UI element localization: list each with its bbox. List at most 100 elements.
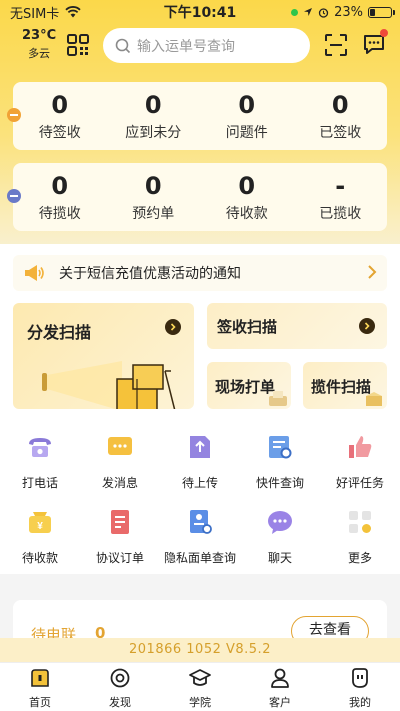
grid-label: 好评任务 bbox=[335, 476, 384, 490]
stat-value: 0 bbox=[51, 171, 69, 200]
grid-review-task[interactable]: 好评任务 bbox=[320, 432, 400, 491]
dispatch-scan-title: 分发扫描 bbox=[27, 323, 92, 342]
stat-label: 应到未分 bbox=[125, 124, 182, 141]
stat-value: - bbox=[335, 171, 346, 200]
upload-icon bbox=[190, 436, 210, 458]
grid-chat[interactable]: 聊天 bbox=[240, 507, 320, 566]
arrow-right-icon bbox=[359, 318, 375, 334]
tab-label: 我的 bbox=[349, 696, 371, 709]
notice-bar[interactable]: 关于短信充值优惠活动的通知 bbox=[13, 255, 387, 291]
sign-scan-title: 签收扫描 bbox=[217, 318, 278, 336]
stat-label: 问题件 bbox=[225, 124, 268, 141]
printer-illustration-icon bbox=[269, 391, 287, 406]
stats-card-pickup: 0 待揽收 0 预约单 0 待收款 - 已揽收 bbox=[7, 163, 388, 231]
more-icon bbox=[349, 511, 371, 533]
customer-icon bbox=[271, 668, 289, 688]
tab-label: 学院 bbox=[189, 696, 211, 709]
tab-discover[interactable]: 发现 bbox=[80, 663, 160, 711]
stat-arrived-unsorted[interactable]: 0 应到未分 bbox=[107, 91, 201, 142]
dispatch-scan-tile[interactable]: 分发扫描 bbox=[13, 303, 194, 409]
version-info: 201866 1052 V8.5.2 bbox=[0, 638, 400, 662]
messages-button[interactable] bbox=[362, 29, 388, 56]
stat-to-collect[interactable]: 0 待收款 bbox=[200, 172, 294, 223]
temperature: 23°C bbox=[22, 28, 57, 43]
app-header: 23°C 多云 输入运单号查询 bbox=[0, 26, 400, 66]
status-bar: 无SIM卡 下午10:41 23% bbox=[0, 0, 400, 24]
notice-text: 关于短信充值优惠活动的通知 bbox=[59, 266, 241, 282]
profile-icon bbox=[352, 668, 368, 688]
bottom-tab-bar: 首页 发现 学院 客户 我的 bbox=[0, 662, 400, 711]
search-icon bbox=[115, 38, 131, 53]
stat-value: 0 bbox=[238, 171, 256, 200]
qr-code-icon[interactable] bbox=[66, 33, 90, 57]
stat-reservation[interactable]: 0 预约单 bbox=[107, 172, 201, 223]
grid-label: 协议订单 bbox=[95, 551, 144, 565]
grid-contract-orders[interactable]: 协议订单 bbox=[80, 507, 160, 566]
grid-query[interactable]: 快件查询 bbox=[240, 432, 320, 491]
grid-label: 快件查询 bbox=[255, 476, 304, 490]
tab-customer[interactable]: 客户 bbox=[240, 663, 320, 711]
stat-label: 待揽收 bbox=[38, 205, 81, 222]
query-icon bbox=[269, 436, 292, 459]
stat-value: 0 bbox=[144, 171, 162, 200]
stat-to-sign[interactable]: 0 待签收 bbox=[13, 91, 107, 142]
stat-signed[interactable]: 0 已签收 bbox=[294, 91, 388, 142]
grid-upload[interactable]: 待上传 bbox=[160, 432, 240, 491]
grid-label: 发消息 bbox=[101, 476, 138, 490]
privacy-icon bbox=[190, 510, 212, 534]
grid-collect-payment[interactable]: ¥ 待收款 bbox=[0, 507, 80, 566]
search-placeholder: 输入运单号查询 bbox=[137, 38, 235, 55]
scan-icon[interactable] bbox=[324, 33, 348, 57]
academy-icon bbox=[189, 669, 211, 686]
tab-label: 发现 bbox=[109, 696, 131, 709]
grid-call[interactable]: 打电话 bbox=[0, 432, 80, 491]
stat-label: 已签收 bbox=[319, 124, 362, 141]
tab-home[interactable]: 首页 bbox=[0, 663, 80, 711]
tab-academy[interactable]: 学院 bbox=[160, 663, 240, 711]
sign-scan-tile[interactable]: 签收扫描 bbox=[207, 303, 387, 349]
grid-label: 隐私面单查询 bbox=[163, 551, 236, 565]
chat-icon bbox=[268, 511, 292, 534]
home-icon bbox=[31, 669, 49, 687]
stat-value: 0 bbox=[331, 90, 349, 119]
stat-value: 0 bbox=[144, 90, 162, 119]
phone-icon bbox=[29, 438, 51, 457]
location-icon bbox=[304, 8, 313, 16]
alarm-icon bbox=[318, 7, 329, 18]
stat-label: 待收款 bbox=[225, 205, 268, 222]
pickup-scan-title: 揽件扫描 bbox=[311, 378, 372, 396]
contract-icon bbox=[111, 510, 129, 534]
parcel-illustration-icon bbox=[366, 392, 382, 406]
grid-label: 打电话 bbox=[21, 476, 58, 490]
delivery-tab-icon bbox=[7, 108, 21, 122]
tab-label: 首页 bbox=[29, 696, 51, 709]
search-input[interactable]: 输入运单号查询 bbox=[103, 28, 310, 63]
stat-problem[interactable]: 0 问题件 bbox=[200, 91, 294, 142]
grid-label: 聊天 bbox=[267, 551, 292, 565]
pickup-scan-tile[interactable]: 揽件扫描 bbox=[303, 362, 387, 409]
grid-more[interactable]: 更多 bbox=[320, 507, 400, 566]
grid-privacy-waybill[interactable]: 隐私面单查询 bbox=[160, 507, 240, 566]
grid-label: 待收款 bbox=[21, 551, 58, 565]
arrow-right-icon bbox=[165, 319, 181, 335]
tab-profile[interactable]: 我的 bbox=[320, 663, 400, 711]
grid-label: 待上传 bbox=[181, 476, 218, 490]
stat-label: 已揽收 bbox=[319, 205, 362, 222]
battery-icon bbox=[368, 6, 395, 18]
message-icon bbox=[108, 437, 132, 455]
stats-card-delivery: 0 待签收 0 应到未分 0 问题件 0 已签收 bbox=[7, 82, 388, 150]
onsite-print-title: 现场打单 bbox=[215, 378, 276, 396]
grid-message[interactable]: 发消息 bbox=[80, 432, 160, 491]
weather-condition: 多云 bbox=[28, 47, 51, 60]
chevron-right-icon bbox=[368, 265, 377, 279]
stat-picked-up[interactable]: - 已揽收 bbox=[294, 172, 388, 223]
stat-value: 0 bbox=[51, 90, 69, 119]
weather-widget[interactable]: 23°C 多云 bbox=[22, 28, 56, 61]
megaphone-icon bbox=[25, 265, 44, 281]
onsite-print-tile[interactable]: 现场打单 bbox=[207, 362, 291, 409]
stat-to-pickup[interactable]: 0 待揽收 bbox=[13, 172, 107, 223]
stat-label: 预约单 bbox=[132, 205, 175, 222]
svg-text:¥: ¥ bbox=[37, 521, 43, 532]
unread-dot bbox=[380, 29, 388, 37]
camera-indicator-icon bbox=[291, 8, 299, 16]
